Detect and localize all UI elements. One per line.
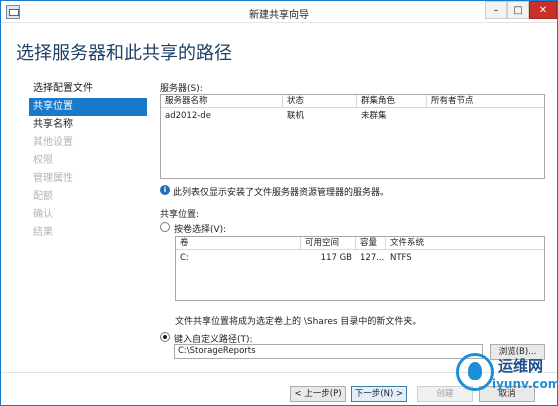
- volume-row[interactable]: C: 117 GB 127... NTFS: [176, 252, 544, 265]
- maximize-button[interactable]: □: [507, 1, 529, 19]
- servers-info-text: 此列表仅显示安装了文件服务器资源管理器的服务器。: [173, 188, 390, 198]
- watermark-url: iyunv.com: [492, 377, 558, 391]
- nav-step-quota: 配额: [33, 191, 53, 202]
- nav-step-share-name[interactable]: 共享名称: [29, 116, 147, 134]
- select-by-volume-label[interactable]: 按卷选择(V):: [174, 222, 226, 235]
- close-button[interactable]: ✕: [529, 1, 557, 19]
- servers-list-header: 服务器名称 状态 群集角色 所有者节点: [161, 95, 544, 108]
- volumes-list-header: 卷 可用空间 容量 文件系统: [176, 237, 544, 250]
- page-title: 选择服务器和此共享的路径: [16, 43, 232, 64]
- column-header-owner-node[interactable]: 所有者节点: [427, 95, 544, 108]
- file-system-cell: NTFS: [390, 253, 412, 263]
- column-header-volume[interactable]: 卷: [176, 237, 301, 250]
- nav-step-other-settings: 其他设置: [33, 137, 73, 148]
- server-owner-cell: [427, 110, 544, 123]
- free-space-cell: 117 GB: [320, 253, 352, 263]
- previous-button[interactable]: < 上一步(P): [290, 386, 346, 402]
- wizard-step-nav: 选择配置文件 共享位置 共享名称 其他设置 权限 管理属性 配额 确认 结果: [29, 80, 147, 242]
- volume-cell: C:: [180, 253, 189, 263]
- custom-path-radio[interactable]: [160, 332, 170, 342]
- servers-list[interactable]: 服务器名称 状态 群集角色 所有者节点 ad2012-de 联机 未群集: [160, 94, 545, 179]
- volume-note-text: 文件共享位置将成为选定卷上的 \Shares 目录中的新文件夹。: [175, 317, 422, 327]
- server-role-cell: 未群集: [361, 111, 387, 121]
- nav-step-confirmation: 确认: [33, 209, 53, 220]
- servers-label: 服务器(S):: [160, 84, 203, 94]
- column-header-free-space[interactable]: 可用空间: [301, 237, 356, 250]
- title-bar[interactable]: 新建共享向导 – □ ✕: [1, 1, 557, 23]
- column-header-cluster-role[interactable]: 群集角色: [357, 95, 427, 108]
- nav-step-results: 结果: [33, 227, 53, 238]
- column-header-file-system[interactable]: 文件系统: [386, 237, 544, 250]
- volumes-list[interactable]: 卷 可用空间 容量 文件系统 C: 117 GB 127... NTFS: [175, 236, 545, 301]
- server-status-cell: 联机: [287, 111, 305, 121]
- capacity-cell: 127...: [360, 253, 385, 263]
- server-row[interactable]: ad2012-de 联机 未群集: [161, 110, 544, 123]
- site-watermark: 运维网 iyunv.com: [456, 353, 558, 405]
- nav-step-permissions: 权限: [33, 155, 53, 166]
- minimize-button[interactable]: –: [485, 1, 507, 19]
- nav-step-select-profile[interactable]: 选择配置文件: [29, 80, 147, 98]
- watermark-brand: 运维网: [498, 357, 544, 375]
- column-header-server-name[interactable]: 服务器名称: [161, 95, 283, 108]
- share-location-label: 共享位置:: [160, 210, 200, 220]
- info-icon: i: [160, 185, 170, 195]
- next-button[interactable]: 下一步(N) >: [351, 386, 407, 402]
- watermark-logo-icon: [456, 353, 494, 391]
- nav-step-management-properties: 管理属性: [33, 173, 73, 184]
- column-header-status[interactable]: 状态: [283, 95, 357, 108]
- column-header-capacity[interactable]: 容量: [356, 237, 386, 250]
- new-share-wizard-window: 新建共享向导 – □ ✕ 选择服务器和此共享的路径 选择配置文件 共享位置 共享…: [0, 0, 558, 406]
- nav-step-share-location[interactable]: 共享位置: [29, 98, 147, 116]
- window-title: 新建共享向导: [249, 10, 309, 21]
- custom-path-input[interactable]: C:\StorageReports: [174, 344, 483, 359]
- server-name-cell: ad2012-de: [165, 111, 211, 121]
- select-by-volume-radio[interactable]: [160, 222, 170, 232]
